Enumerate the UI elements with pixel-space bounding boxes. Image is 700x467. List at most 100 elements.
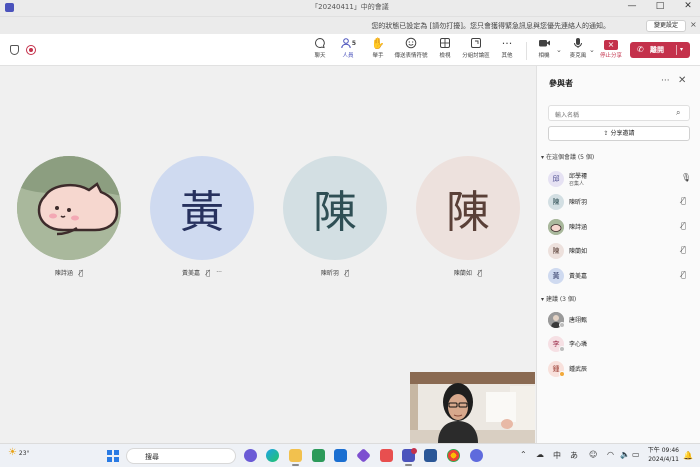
suggested-row[interactable]: 鍾 鍾武辰 (548, 360, 694, 378)
edge-browser-icon[interactable] (266, 449, 279, 462)
app-icon[interactable] (356, 448, 371, 463)
mail-icon[interactable] (334, 449, 347, 462)
people-count: 5 (351, 40, 357, 47)
participant-row[interactable]: 陳詩涵 🎙̸ (548, 218, 694, 236)
view-label: 檢視 (439, 53, 451, 59)
view-button[interactable]: 檢視 (428, 37, 462, 65)
meeting-stage: 陳詩涵 🎙̸ 黃 黃美嘉 🎙̸ ··· 陳 陳昕羽 🎙̸ 陳 陳蘭如 🎙̸ (0, 66, 536, 443)
self-video-preview[interactable] (410, 372, 535, 443)
stop-sharing-button[interactable]: × 停止分享 (594, 37, 628, 65)
participant-row[interactable]: 陳 陳昕羽 🎙̸ (548, 193, 694, 211)
temperature: 23° (18, 450, 30, 457)
cat-avatar-image (17, 156, 121, 260)
banner-close-button[interactable]: × (690, 20, 697, 29)
wifi-icon[interactable]: ◠ (607, 450, 614, 459)
hand-icon: ✋ (371, 37, 385, 50)
mic-off-icon: 🎙̸ (681, 270, 686, 279)
participant-tile[interactable]: 黃 黃美嘉 🎙̸ ··· (150, 156, 254, 280)
participant-row[interactable]: 黃 黃美嘉 🎙̸ (548, 267, 694, 285)
avatar (17, 156, 121, 260)
hang-up-icon: ✆ (637, 45, 644, 54)
react-label: 傳送表情符號 (394, 53, 428, 59)
participant-name: 陳蘭如 (453, 270, 472, 277)
system-clock[interactable]: 下午 09:46 2024/4/11 (645, 446, 679, 464)
participant-name: 陳昕羽 (569, 199, 588, 206)
battery-icon[interactable]: ▭ (632, 450, 640, 459)
presence-status-icon (559, 371, 565, 377)
more-options-icon[interactable]: ··· (216, 269, 222, 276)
participant-search-input[interactable] (548, 105, 690, 121)
maximize-button[interactable]: □ (654, 1, 666, 11)
participant-row[interactable]: 陳 陳蘭如 🎙̸ (548, 242, 694, 260)
avatar (548, 219, 564, 235)
breakout-rooms-button[interactable]: 分組討論區 (459, 37, 493, 65)
participant-tile[interactable]: 陳 陳昕羽 🎙̸ (283, 156, 387, 280)
in-meeting-section-header[interactable]: ▾ 在這個會議 (5 個) (541, 152, 594, 161)
clock-date: 2024/4/11 (648, 456, 679, 463)
participant-tile[interactable]: 陳 陳蘭如 🎙̸ (416, 156, 520, 280)
participant-name: 鍾武辰 (569, 366, 588, 373)
panel-close-icon[interactable]: ✕ (678, 75, 686, 86)
show-hidden-icons-chevron-icon[interactable]: ⌃ (520, 450, 527, 459)
smile-icon (394, 37, 428, 51)
participant-name: 黃美嘉 (182, 270, 201, 277)
notifications-bell-icon[interactable]: 🔔 (683, 451, 693, 460)
teams-personal-icon[interactable] (470, 449, 483, 462)
mic-off-icon: 🎙̸ (477, 268, 483, 277)
cloud-icon[interactable]: ☁ (536, 450, 544, 459)
weather-widget[interactable]: ☀ 23° (8, 447, 30, 458)
input-language-icon[interactable]: 中 (553, 450, 561, 461)
mic-off-icon: 🎙̸ (681, 221, 686, 230)
ime-mode-indicator[interactable]: あ (570, 450, 578, 461)
suggested-row[interactable]: 唐翊甄 (548, 311, 694, 329)
more-button[interactable]: ··· 其他 (490, 37, 524, 65)
taskbar-search-box[interactable]: 搜尋 (126, 448, 236, 464)
file-explorer-icon[interactable] (289, 449, 302, 466)
presence-status-icon (559, 346, 565, 352)
shield-icon (10, 45, 19, 55)
change-settings-button[interactable]: 變更設定 (646, 20, 686, 32)
share-invite-button[interactable]: ⇪ 分享邀請 (548, 126, 690, 141)
leave-options-chevron-icon[interactable]: ▾ (680, 42, 683, 58)
participant-role: 召集人 (569, 181, 585, 187)
suggested-row[interactable]: 李 李心璘 (548, 335, 694, 353)
suggested-section-header[interactable]: ▾ 建議 (3 個) (541, 294, 576, 303)
people-button[interactable]: 5 人員 (331, 37, 365, 68)
banner-text: 您的狀態已設定為 [請勿打擾]。您只會獲得緊急訊息與您優先連絡人的通知。 (371, 22, 610, 30)
leave-button[interactable]: ✆ 離開 ▾ (630, 42, 690, 58)
clock-time: 下午 09:46 (647, 447, 679, 454)
grid-icon (428, 37, 462, 51)
volume-icon[interactable]: 🔈 (620, 450, 630, 459)
raise-hand-label: 舉手 (372, 53, 384, 59)
copilot-icon[interactable] (244, 449, 257, 462)
participant-tile[interactable]: 陳詩涵 🎙̸ (17, 156, 121, 280)
search-icon: ⌕ (676, 108, 681, 117)
people-label: 人員 (342, 53, 354, 59)
minimize-button[interactable]: — (626, 1, 638, 11)
meeting-toolbar: 聊天 5 人員 ✋ 舉手 傳送表情符號 檢視 分組討論區 ··· 其他 相機 ⌄… (0, 34, 700, 68)
panel-more-options-icon[interactable]: ··· (661, 76, 670, 86)
start-button[interactable] (107, 450, 119, 462)
leave-label: 離開 (650, 46, 664, 54)
more-icon: ··· (501, 37, 513, 50)
stop-sharing-label: 停止分享 (599, 53, 622, 59)
participant-row[interactable]: 邱 邱學褼 召集人 🎙 (548, 170, 694, 188)
mic-off-icon: 🎙̸ (78, 268, 84, 277)
word-icon[interactable] (424, 449, 437, 462)
snipping-tool-icon[interactable] (380, 449, 393, 462)
weather-icon: ☀ (8, 447, 17, 458)
panel-title: 參與者 (549, 79, 573, 88)
share-invite-label: 分享邀請 (610, 130, 635, 137)
react-button[interactable]: 傳送表情符號 (394, 37, 428, 65)
store-icon[interactable] (312, 449, 325, 462)
close-window-button[interactable]: ✕ (682, 1, 694, 11)
raise-hand-button[interactable]: ✋ 舉手 (361, 37, 395, 65)
mic-off-icon: 🎙̸ (681, 196, 686, 205)
mic-off-icon: 🎙̸ (681, 245, 686, 254)
share-icon: ⇪ (603, 130, 609, 137)
participant-name: 黃美嘉 (569, 273, 588, 280)
avatar: 陳 (416, 156, 520, 260)
chrome-icon[interactable] (447, 449, 460, 462)
ime-settings-icon[interactable]: ☺ (589, 450, 597, 459)
mic-off-icon: 🎙̸ (206, 268, 211, 277)
